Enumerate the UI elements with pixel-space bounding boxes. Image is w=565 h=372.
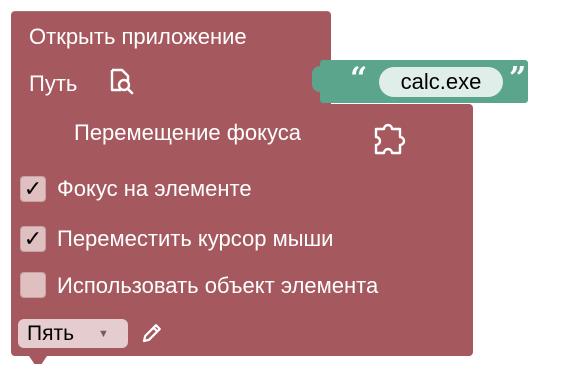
check-mark: ✓ xyxy=(23,226,43,251)
pencil-icon[interactable] xyxy=(140,321,164,350)
string-block[interactable]: “ calc.exe ” xyxy=(320,60,528,103)
focus-element-checkbox[interactable]: ✓ xyxy=(20,176,46,202)
focus-move-title: Перемещение фокуса xyxy=(74,120,301,145)
check-mark: ✓ xyxy=(23,176,43,201)
chevron-down-icon: ▼ xyxy=(98,328,109,340)
close-quote: ” xyxy=(509,61,527,96)
move-mouse-cursor-label: Переместить курсор мыши xyxy=(57,226,334,251)
move-mouse-cursor-checkbox[interactable]: ✓ xyxy=(20,226,46,252)
open-application-title: Открыть приложение xyxy=(29,24,247,49)
use-element-object-label: Использовать объект элемента xyxy=(57,273,379,298)
count-dropdown[interactable]: Пять ▼ xyxy=(18,319,128,348)
focus-block-tab xyxy=(29,356,47,364)
open-quote: “ xyxy=(350,61,368,96)
path-input[interactable]: calc.exe xyxy=(379,67,503,97)
use-element-object-checkbox[interactable] xyxy=(20,272,46,298)
focus-element-label: Фокус на элементе xyxy=(57,176,252,201)
path-label: Путь xyxy=(29,71,78,96)
dropdown-value: Пять xyxy=(27,322,75,345)
file-search-icon[interactable] xyxy=(107,67,135,100)
puzzle-icon[interactable] xyxy=(370,117,410,162)
